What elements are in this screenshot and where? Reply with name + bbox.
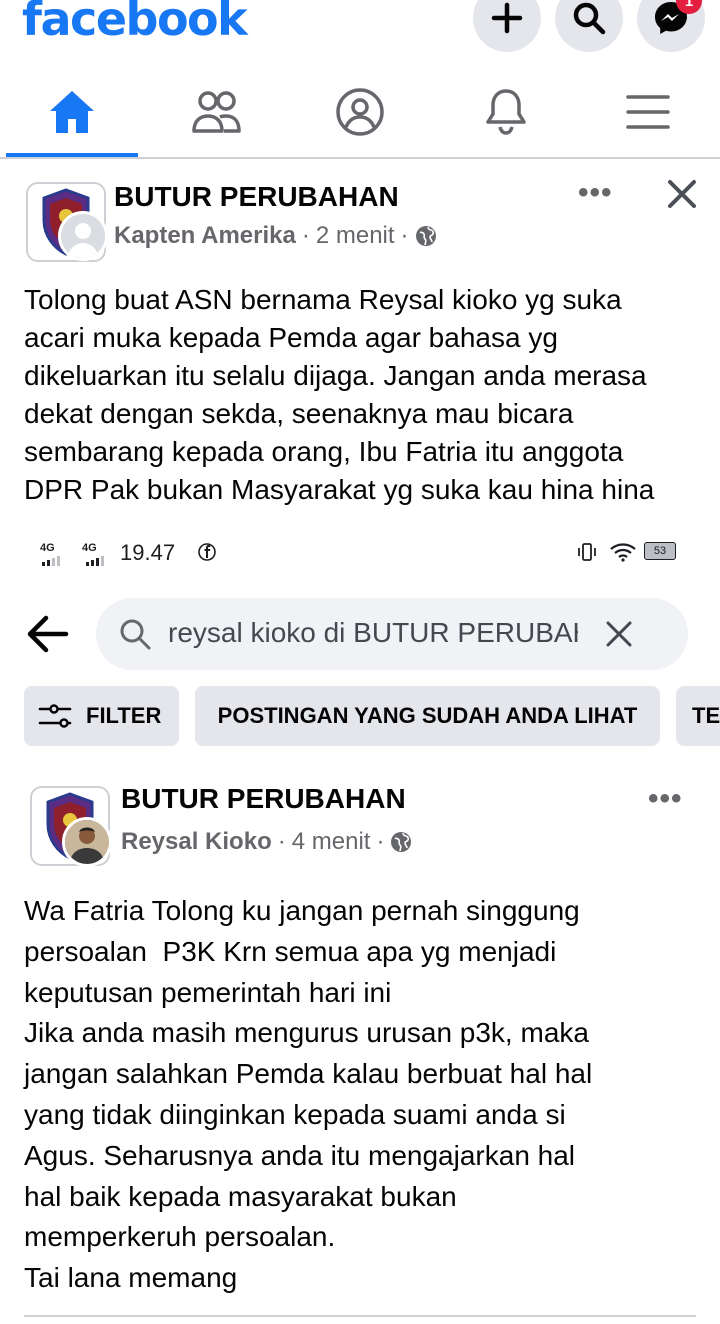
signal-2-label: 4G xyxy=(82,542,97,554)
post1-meta: Kapten Amerika · 2 menit · xyxy=(114,222,437,250)
signal-1-label: 4G xyxy=(40,542,55,554)
search-icon xyxy=(573,2,606,35)
search-button[interactable] xyxy=(555,0,623,52)
search-field[interactable]: reysal kioko di BUTUR PERUBAHAN xyxy=(96,598,688,670)
bell-icon xyxy=(486,89,526,135)
nav-profile[interactable] xyxy=(330,86,390,138)
post1-hide-button[interactable] xyxy=(664,176,700,217)
home-icon xyxy=(50,91,94,133)
author-avatar[interactable] xyxy=(62,817,112,867)
nav-divider xyxy=(0,157,720,159)
vibrate-icon xyxy=(578,543,596,561)
menu-icon xyxy=(626,95,670,129)
default-user-icon xyxy=(61,214,105,258)
globe-icon xyxy=(391,832,412,852)
post1-page-name[interactable]: BUTUR PERUBAHAN xyxy=(114,181,399,213)
post2-time[interactable]: 4 menit xyxy=(292,828,371,856)
post1-author[interactable]: Kapten Amerika xyxy=(114,222,296,250)
profile-icon xyxy=(336,88,384,136)
create-button[interactable] xyxy=(473,0,541,52)
separator-dot: · xyxy=(376,828,385,855)
globe-icon xyxy=(415,226,436,246)
post2-meta: Reysal Kioko · 4 menit · xyxy=(121,828,412,856)
post1-text: Tolong buat ASN bernama Reysal kioko yg … xyxy=(24,284,655,505)
post2-text: Wa Fatria Tolong ku jangan pernah singgu… xyxy=(24,895,593,1294)
close-icon xyxy=(668,180,696,208)
seen-posts-chip[interactable]: POSTINGAN YANG SUDAH ANDA LIHAT xyxy=(195,686,660,746)
seen-posts-label: POSTINGAN YANG SUDAH ANDA LIHAT xyxy=(217,703,638,728)
close-icon xyxy=(606,621,632,647)
friends-icon xyxy=(192,91,241,133)
arrow-left-icon xyxy=(27,615,69,653)
nav-friends[interactable] xyxy=(186,86,246,138)
separator-dot: · xyxy=(301,222,310,249)
filter-label: FILTER xyxy=(86,703,162,728)
clear-search-button[interactable] xyxy=(604,619,634,654)
search-icon xyxy=(120,619,151,650)
post2-more-options[interactable]: ••• xyxy=(648,782,683,816)
filter-chip[interactable]: FILTER xyxy=(24,686,179,746)
post1-more-options[interactable]: ••• xyxy=(578,176,613,210)
battery-level: 53 xyxy=(653,545,667,557)
search-query[interactable]: reysal kioko di BUTUR PERUBAHAN xyxy=(168,617,578,649)
post1-time[interactable]: 2 menit xyxy=(316,222,395,250)
more-chip[interactable]: TE xyxy=(676,686,720,746)
nav-notifications[interactable] xyxy=(476,86,536,138)
sliders-icon xyxy=(38,704,72,728)
signal-icon xyxy=(42,556,60,566)
author-avatar[interactable] xyxy=(58,211,108,261)
wifi-icon xyxy=(610,543,636,562)
status-bar: 4G 4G 19.47 53 xyxy=(40,538,680,570)
nav-menu[interactable] xyxy=(618,86,678,138)
facebook-status-icon xyxy=(198,543,216,561)
plus-icon xyxy=(491,2,523,34)
nav-home[interactable] xyxy=(42,86,102,138)
facebook-logo[interactable]: facebook xyxy=(22,0,248,46)
separator-dot: · xyxy=(400,222,409,249)
separator-dot: · xyxy=(277,828,286,855)
status-time: 19.47 xyxy=(120,540,176,565)
more-chip-label: TE xyxy=(692,703,720,728)
post2-page-name[interactable]: BUTUR PERUBAHAN xyxy=(121,783,406,815)
back-button[interactable] xyxy=(24,612,70,661)
post2-author[interactable]: Reysal Kioko xyxy=(121,828,272,856)
signal-icon xyxy=(86,556,104,566)
user-photo-icon xyxy=(65,820,109,864)
battery-icon: 53 xyxy=(644,542,676,560)
post-divider xyxy=(24,1315,696,1317)
